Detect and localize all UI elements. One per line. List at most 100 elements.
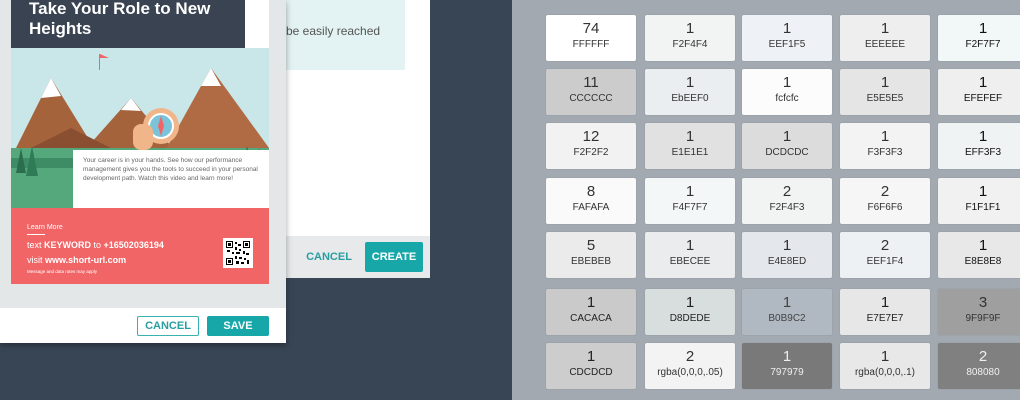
color-swatch[interactable]: 2 808080 [938,343,1020,389]
swatch-color-code: DCDCDC [765,147,809,158]
learn-more-label: Learn More [27,224,63,231]
color-swatch[interactable]: 1 E1E1E1 [645,123,735,169]
color-swatch[interactable]: 2 F2F4F3 [742,178,832,224]
color-swatch[interactable]: 8 FAFAFA [546,178,636,224]
swatch-count: 1 [978,74,988,91]
swatch-color-code: rgba(0,0,0,.1) [854,367,916,378]
color-swatch[interactable]: 12 F2F2F2 [546,123,636,169]
color-swatch[interactable]: 2 rgba(0,0,0,.05) [645,343,735,389]
swatch-color-code: 808080 [966,367,1000,378]
swatch-count: 1 [978,128,988,145]
color-swatch[interactable]: 1 E4E8ED [742,232,832,278]
swatch-color-code: EFF3F3 [964,147,1002,158]
swatch-color-code: F2F2F2 [573,147,609,158]
color-swatch[interactable]: 1 fcfcfc [742,69,832,115]
swatch-color-code: 9F9F9F [965,313,1001,324]
swatch-color-code: F2F7F7 [965,39,1001,50]
swatch-count: 1 [782,128,792,145]
color-swatch[interactable]: 1 F3F3F3 [840,123,930,169]
save-button[interactable]: SAVE [207,316,269,336]
poster-preview: Take Your Role to New Heights Your caree… [11,0,269,284]
color-swatch[interactable]: 5 EBEBEB [546,232,636,278]
color-swatch[interactable]: 1 F1F1F1 [938,178,1020,224]
short-url: www.short-url.com [45,255,127,265]
color-swatch[interactable]: 1 E7E7E7 [840,289,930,335]
color-swatch[interactable]: 1 D8DEDE [645,289,735,335]
color-swatch[interactable]: 1 rgba(0,0,0,.1) [840,343,930,389]
swatch-color-code: CCCCCC [569,93,613,104]
swatch-count: 2 [880,183,890,200]
sms-instruction: text KEYWORD to +16502036194 [27,240,164,250]
swatch-count: 1 [782,348,792,365]
poster-title-line2: Heights [29,19,92,38]
swatch-count: 2 [685,348,695,365]
swatch-count: 1 [782,74,792,91]
swatch-count: 12 [582,128,600,145]
color-swatch[interactable]: 1 CACACA [546,289,636,335]
create-button[interactable]: CREATE [365,242,423,272]
swatch-count: 3 [978,294,988,311]
color-swatch[interactable]: 1 F4F7F7 [645,178,735,224]
swatch-count: 1 [978,20,988,37]
color-swatch[interactable]: 1 B0B9C2 [742,289,832,335]
swatch-count: 2 [782,183,792,200]
poster-preview-dialog: Take Your Role to New Heights Your caree… [0,0,286,343]
color-swatch[interactable]: 1 EFEFEF [938,69,1020,115]
divider [27,234,45,235]
swatch-color-code: F2F4F3 [769,202,805,213]
swatch-count: 1 [685,20,695,37]
swatch-color-code: EbEEF0 [671,93,709,104]
color-swatch[interactable]: 1 EEEEEE [840,15,930,61]
swatch-count: 1 [685,183,695,200]
color-swatch-panel: 74 FFFFFF 11 CCCCCC 12 F2F2F2 8 FAFAFA 5 EBEBEB 1 C… [512,0,1020,400]
keyword: KEYWORD [44,240,92,250]
swatch-count: 1 [782,20,792,37]
swatch-count: 1 [880,128,890,145]
swatch-count: 1 [782,294,792,311]
poster-description: Your career is in your hands. See how ou… [73,150,269,208]
swatch-count: 1 [782,237,792,254]
swatch-count: 1 [880,20,890,37]
color-swatch[interactable]: 1 E5E5E5 [840,69,930,115]
fine-print: Message and data rates may apply [27,269,98,274]
swatch-color-code: E7E7E7 [866,313,904,324]
cancel-button[interactable]: CANCEL [300,242,358,272]
swatch-color-code: EFEFEF [963,93,1003,104]
color-swatch[interactable]: 1 EbEEF0 [645,69,735,115]
swatch-count: 74 [582,20,600,37]
color-swatch[interactable]: 1 EBECEE [645,232,735,278]
color-swatch[interactable]: 74 FFFFFF [546,15,636,61]
swatch-count: 1 [685,128,695,145]
color-swatch[interactable]: 2 F6F6F6 [840,178,930,224]
swatch-color-code: F1F1F1 [965,202,1001,213]
swatch-count: 1 [586,348,596,365]
color-swatch[interactable]: 3 9F9F9F [938,289,1020,335]
to-word: to [91,240,104,250]
qr-code-icon [223,238,253,268]
poster-title: Take Your Role to New Heights [11,0,245,48]
swatch-color-code: E8E8E8 [964,256,1002,267]
color-swatch[interactable]: 1 EFF3F3 [938,123,1020,169]
color-swatch[interactable]: 2 EEF1F4 [840,232,930,278]
color-swatch[interactable]: 1 CDCDCD [546,343,636,389]
swatch-color-code: E4E8ED [767,256,807,267]
swatch-color-code: E5E5E5 [866,93,904,104]
swatch-count: 1 [880,294,890,311]
cancel-button[interactable]: CANCEL [137,316,199,336]
color-swatch[interactable]: 1 797979 [742,343,832,389]
color-swatch[interactable]: 11 CCCCCC [546,69,636,115]
swatch-count: 8 [586,183,596,200]
color-swatch[interactable]: 1 E8E8E8 [938,232,1020,278]
color-swatch[interactable]: 1 EEF1F5 [742,15,832,61]
editor-canvas: be easily reached CANCEL CREATE Take You… [0,0,512,400]
color-swatch[interactable]: 1 F2F7F7 [938,15,1020,61]
swatch-color-code: D8DEDE [669,313,711,324]
dialog-footer: CANCEL SAVE [0,308,286,343]
swatch-color-code: F6F6F6 [867,202,903,213]
swatch-color-code: EEF1F5 [768,39,806,50]
swatch-count: 1 [685,294,695,311]
swatch-color-code: 797979 [770,367,804,378]
color-swatch[interactable]: 1 DCDCDC [742,123,832,169]
color-swatch[interactable]: 1 F2F4F4 [645,15,735,61]
poster-title-line1: Take Your Role to New [29,0,211,18]
